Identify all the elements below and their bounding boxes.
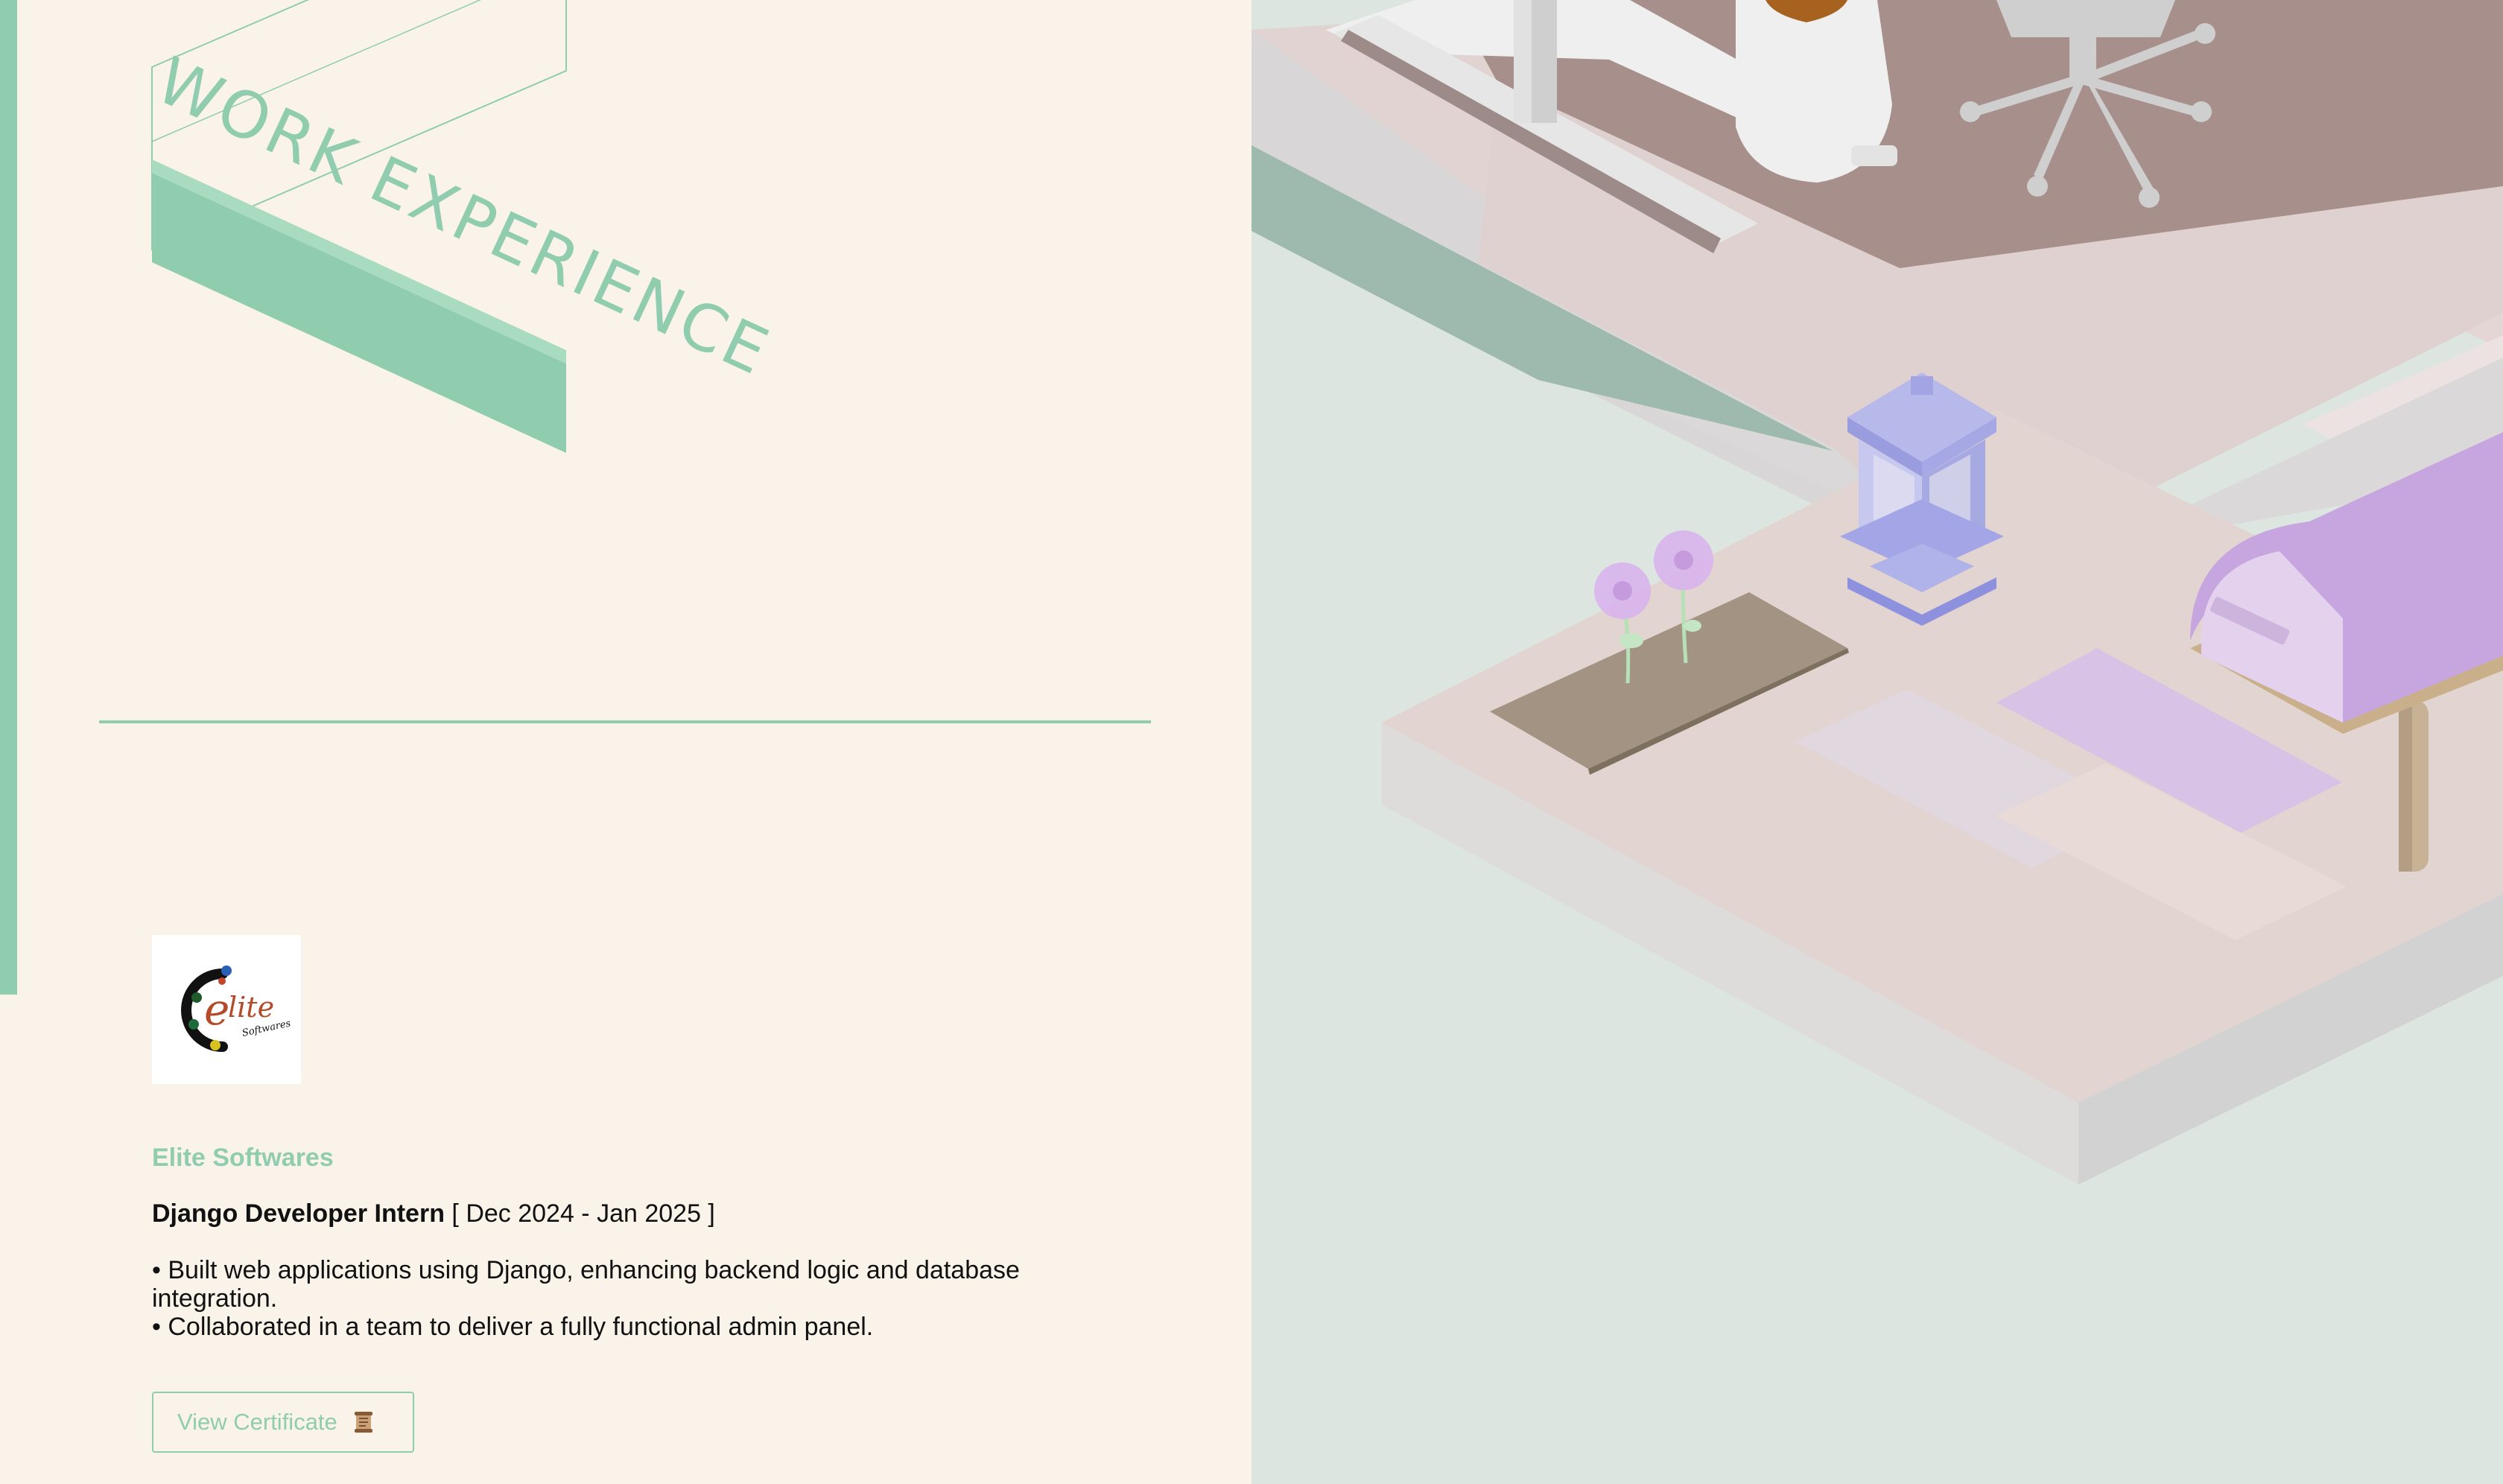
view-certificate-label: View Certificate: [177, 1409, 337, 1435]
experience-panel: WORK EXPERIENCE 04 e lite Softwares Elit…: [0, 0, 1252, 1484]
company-logo: e lite Softwares: [152, 935, 301, 1084]
experience-bullet: • Built web applications using Django, e…: [152, 1256, 1020, 1313]
role-line: Django Developer Intern [ Dec 2024 - Jan…: [152, 1199, 715, 1228]
company-name: Elite Softwares: [152, 1144, 334, 1172]
experience-bullet: • Collaborated in a team to deliver a fu…: [152, 1313, 874, 1341]
role-dates: [ Dec 2024 - Jan 2025 ]: [451, 1199, 715, 1228]
isometric-room-illustration: [1252, 0, 2503, 1185]
experience-bullets: • Built web applications using Django, e…: [152, 1256, 1120, 1341]
svg-text:e: e: [204, 984, 229, 1035]
view-certificate-button[interactable]: View Certificate: [152, 1392, 414, 1453]
isometric-room-scene: [1252, 0, 2503, 1484]
scroll-icon: [354, 1412, 372, 1433]
role-title: Django Developer Intern: [152, 1199, 445, 1228]
svg-text:lite: lite: [228, 991, 274, 1024]
section-heading-graphic: WORK EXPERIENCE: [145, 0, 781, 453]
section-divider: [99, 720, 1151, 723]
company-logo-mark: e lite Softwares: [181, 965, 292, 1052]
